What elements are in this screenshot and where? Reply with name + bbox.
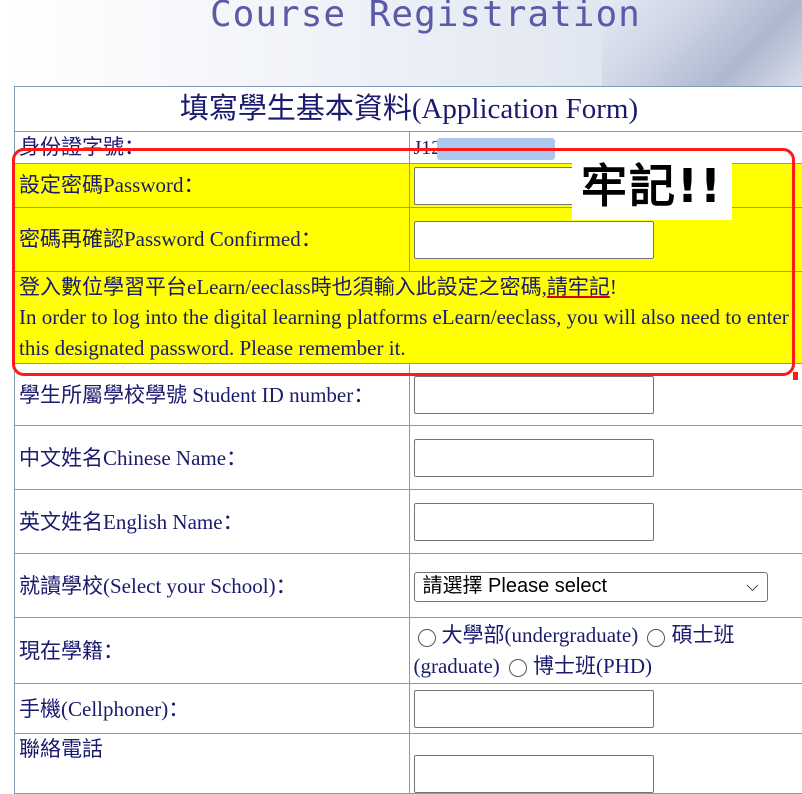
radio-graduate[interactable] xyxy=(647,629,665,647)
status-options-cell: 大學部(undergraduate) 碩士班(graduate) 博士班(PHD… xyxy=(409,618,802,684)
cellphone-input[interactable] xyxy=(414,690,654,728)
phone-input[interactable] xyxy=(414,755,654,793)
cellphone-cell xyxy=(409,684,802,734)
highlight-frame xyxy=(12,148,795,376)
status-option-undergraduate: 大學部(undergraduate) xyxy=(442,623,639,647)
radio-undergraduate[interactable] xyxy=(418,629,436,647)
status-label: 現在學籍： xyxy=(15,618,410,684)
school-select[interactable]: 請選擇 Please select ⌵ xyxy=(414,572,768,602)
cellphone-label: 手機(Cellphoner)： xyxy=(15,684,410,734)
highlight-frame-tick xyxy=(793,372,798,380)
english-name-label: 英文姓名English Name： xyxy=(15,490,410,554)
english-name-input[interactable] xyxy=(414,503,654,541)
form-header: 填寫學生基本資料(Application Form) xyxy=(15,87,802,132)
status-option-phd: 博士班(PHD) xyxy=(533,654,652,678)
page-title: Course Registration xyxy=(210,0,641,35)
school-cell: 請選擇 Please select ⌵ xyxy=(409,554,802,618)
english-name-cell xyxy=(409,490,802,554)
phone-cell xyxy=(409,734,802,794)
radio-phd[interactable] xyxy=(509,659,527,677)
chinese-name-cell xyxy=(409,426,802,490)
chevron-down-icon: ⌵ xyxy=(746,575,758,598)
student-id-input[interactable] xyxy=(414,376,654,414)
chinese-name-label: 中文姓名Chinese Name： xyxy=(15,426,410,490)
phone-label: 聯絡電話 xyxy=(15,734,410,794)
school-label: 就讀學校(Select your School)： xyxy=(15,554,410,618)
chinese-name-input[interactable] xyxy=(414,439,654,477)
school-selected-value: 請選擇 Please select xyxy=(423,572,608,601)
page-banner: Course Registration xyxy=(0,0,802,86)
